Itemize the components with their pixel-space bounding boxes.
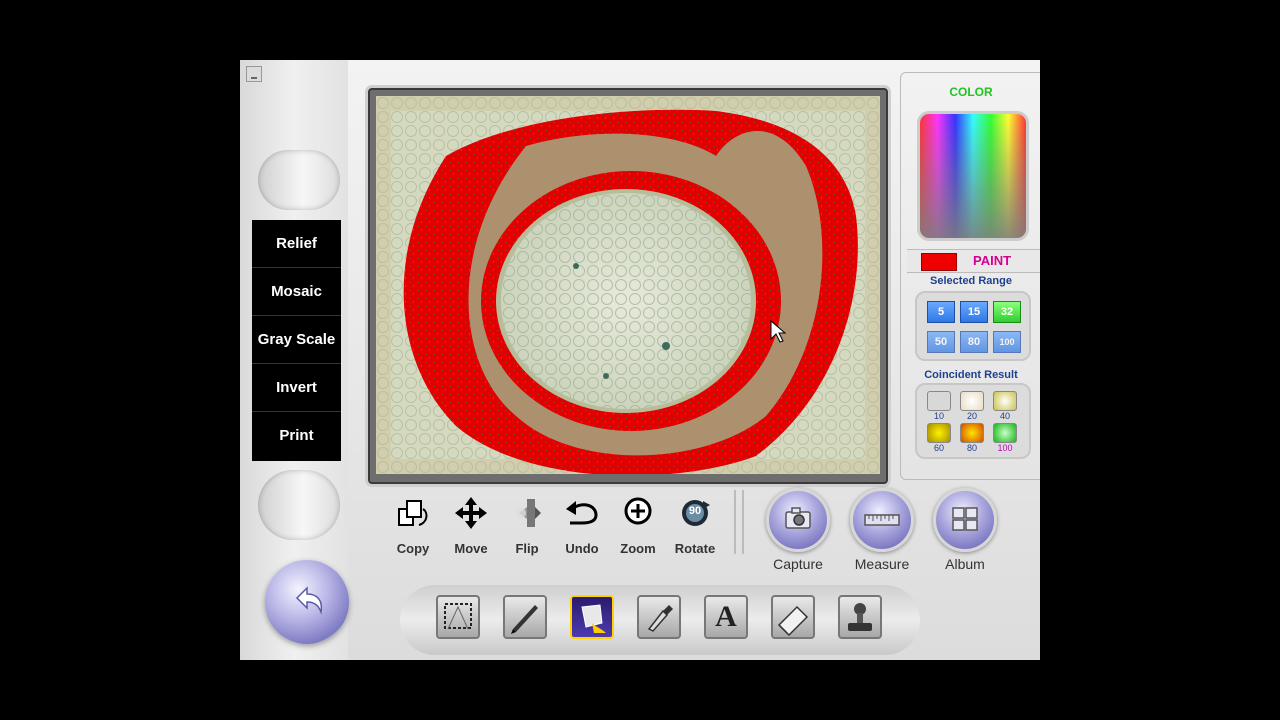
rotate-label: Rotate xyxy=(674,541,716,556)
toolbar-separator xyxy=(734,490,744,554)
measure-button[interactable]: Measure xyxy=(842,488,922,572)
coincident-20-label: 20 xyxy=(966,411,977,421)
undo-label: Undo xyxy=(565,541,599,556)
zoom-tool[interactable]: Zoom xyxy=(610,495,666,556)
coincident-result-title: Coincident Result xyxy=(924,369,1018,381)
album-button[interactable]: Album xyxy=(925,488,1005,572)
image-viewer xyxy=(368,88,888,484)
text-tool[interactable]: A xyxy=(704,595,748,639)
eyedropper-tool[interactable] xyxy=(637,595,681,639)
zoom-label: Zoom xyxy=(620,541,656,556)
pen-icon xyxy=(511,605,538,634)
zoom-icon xyxy=(624,497,652,525)
eyedropper-icon xyxy=(647,605,673,632)
move-icon xyxy=(455,497,487,529)
text-icon: A xyxy=(715,600,737,633)
move-tool[interactable]: Move xyxy=(443,495,499,556)
coincident-10-label: 10 xyxy=(933,411,944,421)
copy-icon xyxy=(398,500,428,526)
coincident-80-swatch xyxy=(960,423,984,443)
coincident-60-label: 60 xyxy=(933,443,944,453)
edit-toolbar: Copy Move Flip Undo Zoom Rotate 90 Captu… xyxy=(348,480,1040,580)
camera-icon xyxy=(785,507,811,529)
selection-tool[interactable] xyxy=(436,595,480,639)
menu-print[interactable]: Print xyxy=(252,412,341,459)
pen-tool[interactable] xyxy=(503,595,547,639)
effects-menu: Relief Mosaic Gray Scale Invert Print xyxy=(252,220,341,461)
coincident-60-swatch xyxy=(927,423,951,443)
coincident-20[interactable]: 20 xyxy=(958,391,986,421)
menu-gray-scale[interactable]: Gray Scale xyxy=(252,316,341,364)
rotate-badge: 90 xyxy=(688,505,702,517)
menu-invert[interactable]: Invert xyxy=(252,364,341,412)
capture-button[interactable]: Capture xyxy=(758,488,838,572)
paint-label: PAINT xyxy=(973,253,1012,268)
color-panel: COLOR PAINT Selected Range 5 15 32 50 80… xyxy=(900,72,1040,480)
ruler-icon xyxy=(864,514,900,526)
coincident-20-swatch xyxy=(960,391,984,411)
undo-icon xyxy=(566,501,598,525)
paint-bucket-icon xyxy=(581,604,606,633)
coincident-10[interactable]: 10 xyxy=(925,391,953,421)
paint-bucket-tool[interactable] xyxy=(570,595,614,639)
menu-mosaic[interactable]: Mosaic xyxy=(252,268,341,316)
album-icon xyxy=(952,507,978,531)
flip-icon xyxy=(516,499,541,527)
app-window: Relief Mosaic Gray Scale Invert Print Co… xyxy=(240,60,1040,660)
color-title: COLOR xyxy=(949,85,993,99)
left-capsule-top xyxy=(258,150,340,210)
rotate-tool[interactable]: Rotate 90 xyxy=(667,495,723,556)
eraser-icon xyxy=(777,605,809,637)
coincident-60[interactable]: 60 xyxy=(925,423,953,453)
color-spectrum-picker[interactable] xyxy=(917,111,1029,241)
measure-label: Measure xyxy=(854,556,910,572)
flip-tool[interactable]: Flip xyxy=(499,495,555,556)
minimize-button[interactable] xyxy=(246,66,262,82)
coincident-100-swatch xyxy=(993,423,1017,443)
coincident-10-swatch xyxy=(927,391,951,411)
specimen-image[interactable] xyxy=(376,96,880,474)
range-5-button[interactable]: 5 xyxy=(927,301,955,323)
coincident-100[interactable]: 100 xyxy=(991,423,1019,453)
copy-tool[interactable]: Copy xyxy=(385,495,441,556)
selected-range-title: Selected Range xyxy=(930,275,1012,287)
range-100-button[interactable]: 100 xyxy=(993,331,1021,353)
stamp-icon xyxy=(848,603,872,631)
coincident-40-swatch xyxy=(993,391,1017,411)
range-50-button[interactable]: 50 xyxy=(927,331,955,353)
coincident-100-label: 100 xyxy=(997,443,1013,453)
range-15-button[interactable]: 15 xyxy=(960,301,988,323)
move-label: Move xyxy=(454,541,488,556)
album-label: Album xyxy=(945,556,985,572)
range-32-button[interactable]: 32 xyxy=(993,301,1021,323)
eraser-tool[interactable] xyxy=(771,595,815,639)
left-capsule-bottom xyxy=(258,470,340,540)
back-button[interactable] xyxy=(265,560,349,644)
coincident-80-label: 80 xyxy=(966,443,977,453)
capture-label: Capture xyxy=(773,556,823,572)
flip-label: Flip xyxy=(515,541,539,556)
coincident-40-label: 40 xyxy=(999,411,1010,421)
paint-color-swatch[interactable] xyxy=(921,253,957,271)
plant-cross-section-picture xyxy=(376,96,880,474)
range-80-button[interactable]: 80 xyxy=(960,331,988,353)
copy-label: Copy xyxy=(396,541,430,556)
selected-range-group: 5 15 32 50 80 100 xyxy=(915,291,1031,361)
coincident-80[interactable]: 80 xyxy=(958,423,986,453)
left-column: Relief Mosaic Gray Scale Invert Print xyxy=(240,60,349,660)
selection-icon xyxy=(444,603,472,630)
drawing-toolbar: A xyxy=(400,585,920,655)
coincident-result-group: 10 20 40 60 80 100 xyxy=(915,383,1031,459)
paint-row: PAINT xyxy=(907,249,1040,273)
stamp-tool[interactable] xyxy=(838,595,882,639)
back-arrow-icon xyxy=(295,586,323,615)
coincident-40[interactable]: 40 xyxy=(991,391,1019,421)
undo-tool[interactable]: Undo xyxy=(554,495,610,556)
menu-relief[interactable]: Relief xyxy=(252,220,341,268)
